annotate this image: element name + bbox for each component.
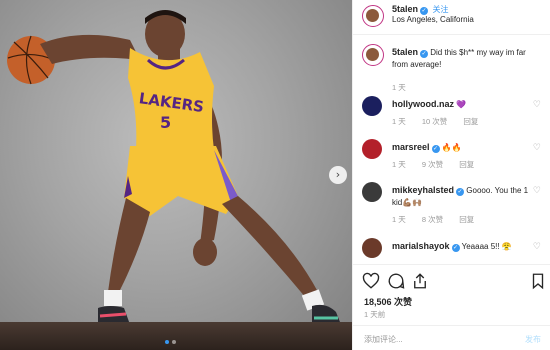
heart-icon[interactable] [362, 272, 380, 290]
author-line: 5talen ✓ 关注 [392, 4, 449, 15]
player-illustration: LAKERS 5 [7, 10, 344, 334]
comment-text-block: hollywood.naz 💜 [392, 98, 532, 111]
comment-meta: 1 天 9 次赞 回复 [392, 159, 488, 170]
comment-item: marsreel ✓ 🔥🔥 ♡ 1 天 9 次赞 回复 [353, 139, 550, 179]
comment-text: 🔥🔥 [441, 143, 462, 152]
caption-username[interactable]: 5talen [392, 47, 418, 57]
commenter-avatar[interactable] [362, 238, 382, 258]
comment-like-icon[interactable]: ♡ [533, 143, 541, 153]
comment-time: 1 天 [392, 215, 406, 224]
verified-badge-icon: ✓ [451, 244, 460, 252]
comment-input[interactable]: 添加评论... [364, 334, 403, 345]
add-comment-bar: 添加评论... 发布 [353, 325, 550, 350]
verified-badge-icon: ✓ [420, 50, 429, 58]
author-avatar[interactable] [362, 5, 384, 27]
comment-like-count[interactable]: 10 次赞 [422, 117, 447, 126]
like-count[interactable]: 18,506 次赞 [364, 295, 412, 308]
comment-text-block: marialshayok ✓ Yeaaaa 5!! 😤 [392, 240, 532, 253]
comment-text: 💜 [456, 100, 467, 109]
verified-badge-icon: ✓ [456, 188, 465, 196]
comment-username[interactable]: mikkeyhalsted [392, 185, 454, 195]
jersey-number-text: 5 [160, 113, 171, 132]
commenter-avatar[interactable] [362, 139, 382, 159]
comment-time: 1 天 [392, 160, 406, 169]
post-side-panel: 5talen ✓ 关注 Los Angeles, California 5tale… [352, 0, 550, 350]
verified-badge-icon: ✓ [431, 145, 440, 153]
bookmark-icon[interactable] [529, 272, 547, 290]
comment-like-count[interactable]: 8 次赞 [422, 215, 443, 224]
commenter-avatar[interactable] [362, 182, 382, 202]
comment-meta: 1 天 10 次赞 回复 [392, 116, 492, 127]
post-location[interactable]: Los Angeles, California [392, 15, 474, 24]
comment-text-block: marsreel ✓ 🔥🔥 [392, 141, 532, 154]
comment-username[interactable]: marialshayok [392, 241, 450, 251]
comment-username[interactable]: marsreel [392, 142, 430, 152]
floor [0, 322, 352, 350]
carousel-dots [165, 340, 176, 344]
share-icon[interactable] [411, 272, 429, 290]
reply-button[interactable]: 回复 [459, 160, 474, 169]
commenter-avatar[interactable] [362, 96, 382, 116]
comment-item: mikkeyhalsted ✓ Goooo. You the 1 kid💪🏽🙌🏽 … [353, 182, 550, 225]
reply-button[interactable]: 回复 [463, 117, 478, 126]
comment-icon[interactable] [387, 272, 405, 290]
comment-text-block: mikkeyhalsted ✓ Goooo. You the 1 kid💪🏽🙌🏽 [392, 184, 532, 209]
post-photo[interactable]: LAKERS 5 › [0, 0, 352, 350]
action-bar: 18,506 次赞 1 天前 添加评论... 发布 [353, 264, 550, 350]
post-comment-button[interactable]: 发布 [525, 334, 541, 345]
follow-button[interactable]: 关注 [433, 5, 449, 14]
author-username[interactable]: 5talen [392, 4, 418, 14]
reply-button[interactable]: 回复 [459, 215, 474, 224]
carousel-dot-active [165, 340, 169, 344]
caption-text-block: 5talen ✓ Did this $h** my way im far from… [392, 46, 542, 71]
comment-like-icon[interactable]: ♡ [533, 100, 541, 110]
caption-time: 1 天 [392, 83, 406, 92]
post-header: 5talen ✓ 关注 Los Angeles, California [353, 0, 550, 35]
next-photo-arrow-icon[interactable]: › [329, 166, 347, 184]
comment-time: 1 天 [392, 117, 406, 126]
comment-text: Yeaaaa 5!! 😤 [461, 242, 512, 251]
verified-badge-icon: ✓ [420, 7, 429, 15]
caption-avatar[interactable] [362, 44, 384, 66]
comment-username[interactable]: hollywood.naz [392, 99, 454, 109]
comment-like-icon[interactable]: ♡ [533, 186, 541, 196]
post-time: 1 天前 [364, 310, 386, 319]
carousel-dot [172, 340, 176, 344]
comment-meta: 1 天 8 次赞 回复 [392, 214, 488, 225]
comment-like-icon[interactable]: ♡ [533, 242, 541, 252]
comment-item: hollywood.naz 💜 ♡ 1 天 10 次赞 回复 [353, 96, 550, 136]
comment-like-count[interactable]: 9 次赞 [422, 160, 443, 169]
